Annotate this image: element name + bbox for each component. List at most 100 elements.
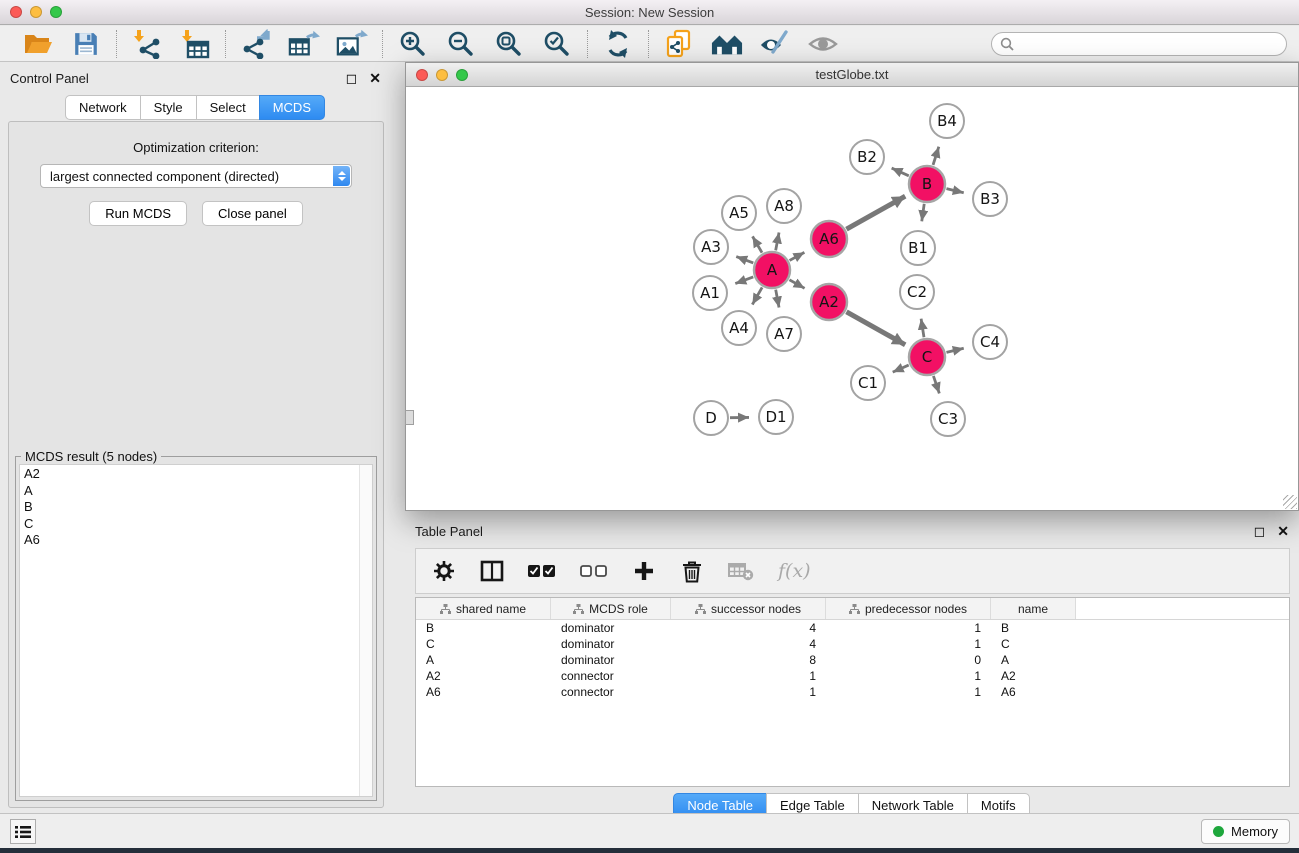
network-window-titlebar[interactable]: testGlobe.txt (406, 63, 1298, 87)
table-row[interactable]: A6connector11A6 (416, 684, 1289, 700)
mcds-result-item[interactable]: B (20, 499, 372, 516)
window-resize-grip[interactable] (1283, 495, 1297, 509)
import-network-icon[interactable] (131, 29, 163, 59)
graph-edge-A6-B[interactable] (846, 196, 905, 229)
select-all-icon[interactable] (528, 557, 556, 585)
tab-style[interactable]: Style (140, 95, 197, 120)
graph-edge-A-A1[interactable] (735, 277, 753, 284)
import-table-icon[interactable] (179, 29, 211, 59)
tab-network[interactable]: Network (65, 95, 141, 120)
graph-node-label: C3 (938, 410, 958, 428)
table-row[interactable]: Bdominator41B (416, 620, 1289, 636)
table-row[interactable]: Adominator80A (416, 652, 1289, 668)
node-table: shared nameMCDS rolesuccessor nodesprede… (415, 597, 1290, 787)
mcds-panel: Optimization criterion: largest connecte… (8, 121, 384, 808)
graph-edge-C-C2[interactable] (921, 319, 924, 338)
close-network-window-button[interactable] (416, 69, 428, 81)
close-window-button[interactable] (10, 6, 22, 18)
deselect-all-icon[interactable] (580, 557, 608, 585)
table-settings-icon[interactable] (432, 557, 456, 585)
minimize-window-button[interactable] (30, 6, 42, 18)
tab-select[interactable]: Select (196, 95, 260, 120)
graph-edge-A-A6[interactable] (790, 252, 805, 260)
graph-edge-A-A7[interactable] (776, 290, 779, 308)
export-network-icon[interactable] (240, 29, 272, 59)
table-cell: dominator (551, 621, 671, 635)
graph-node-label: C1 (858, 374, 878, 392)
table-panel-title: Table Panel (415, 524, 483, 539)
graph-edge-C-C3[interactable] (933, 376, 939, 393)
add-column-icon[interactable] (632, 557, 656, 585)
tab-mcds[interactable]: MCDS (259, 95, 325, 120)
table-row[interactable]: A2connector11A2 (416, 668, 1289, 684)
float-panel-icon[interactable]: ◻ (346, 71, 358, 85)
mcds-result-item[interactable]: A (20, 483, 372, 500)
minimize-network-window-button[interactable] (436, 69, 448, 81)
panel-edge-grip[interactable] (405, 410, 414, 425)
close-table-panel-icon[interactable]: ✕ (1277, 524, 1289, 538)
table-cell: 8 (671, 653, 826, 667)
graph-edge-A-A2[interactable] (789, 280, 804, 289)
close-panel-icon[interactable]: ✕ (369, 71, 381, 85)
zoom-window-button[interactable] (50, 6, 62, 18)
zoom-fit-icon[interactable] (493, 29, 525, 59)
float-table-panel-icon[interactable]: ◻ (1254, 524, 1266, 538)
zoom-network-window-button[interactable] (456, 69, 468, 81)
save-session-icon[interactable] (70, 29, 102, 59)
memory-button[interactable]: Memory (1201, 819, 1290, 844)
search-input[interactable] (1019, 36, 1278, 52)
clone-network-icon[interactable] (663, 29, 695, 59)
mcds-result-item[interactable]: A6 (20, 532, 372, 549)
column-header-successor-nodes[interactable]: successor nodes (671, 598, 826, 619)
hierarchy-icon (573, 604, 584, 614)
search-box[interactable] (991, 32, 1287, 56)
graph-node-label: B1 (908, 239, 928, 257)
export-table-icon[interactable] (288, 29, 320, 59)
home-icon[interactable] (711, 29, 743, 59)
zoom-in-icon[interactable] (397, 29, 429, 59)
table-cell: dominator (551, 637, 671, 651)
delete-table-icon[interactable] (728, 557, 754, 585)
zoom-selected-icon[interactable] (541, 29, 573, 59)
graph-edge-A-A8[interactable] (776, 233, 779, 251)
graph-edge-B-B4[interactable] (933, 147, 939, 165)
graph-edge-A-A4[interactable] (752, 287, 762, 304)
graph-edge-B-B1[interactable] (922, 204, 924, 221)
optimization-criterion-select[interactable]: largest connected component (directed) (40, 164, 352, 188)
graph-node-label: A7 (774, 325, 794, 343)
network-graph[interactable]: AA1A2A3A4A5A6A7A8BB1B2B3B4CC1C2C3C4DD1 (406, 88, 1298, 510)
delete-column-icon[interactable] (680, 557, 704, 585)
graph-edge-A-A3[interactable] (736, 257, 753, 263)
network-canvas[interactable]: AA1A2A3A4A5A6A7A8BB1B2B3B4CC1C2C3C4DD1 (406, 88, 1298, 510)
scrollbar-track[interactable] (359, 465, 372, 796)
column-header-shared-name[interactable]: shared name (416, 598, 551, 619)
column-header-MCDS-role[interactable]: MCDS role (551, 598, 671, 619)
table-cell: 1 (671, 685, 826, 699)
open-session-icon[interactable] (22, 29, 54, 59)
mcds-result-list[interactable]: A2ABCA6 (19, 464, 373, 797)
close-panel-button[interactable]: Close panel (202, 201, 303, 226)
function-builder-icon[interactable]: f(x) (778, 557, 811, 585)
graph-edge-B-B3[interactable] (946, 189, 963, 193)
mcds-result-item[interactable]: C (20, 516, 372, 533)
graph-edge-C-C1[interactable] (893, 365, 909, 372)
column-visibility-icon[interactable] (480, 557, 504, 585)
export-image-icon[interactable] (336, 29, 368, 59)
column-header-predecessor-nodes[interactable]: predecessor nodes (826, 598, 991, 619)
refresh-layout-icon[interactable] (602, 29, 634, 59)
graph-node-label: B3 (980, 190, 1000, 208)
table-row[interactable]: Cdominator41C (416, 636, 1289, 652)
graph-edge-A-A5[interactable] (753, 236, 762, 252)
graph-edge-B-B2[interactable] (892, 168, 909, 176)
run-mcds-button[interactable]: Run MCDS (89, 201, 187, 226)
column-header-name[interactable]: name (991, 598, 1076, 619)
mcds-result-item[interactable]: A2 (20, 466, 372, 483)
graph-edge-C-C4[interactable] (946, 348, 963, 352)
graph-edge-A2-C[interactable] (846, 312, 905, 345)
show-graphics-details-icon[interactable] (759, 29, 791, 59)
status-bar: Memory (0, 813, 1299, 848)
hide-graphics-details-icon[interactable] (807, 29, 839, 59)
zoom-out-icon[interactable] (445, 29, 477, 59)
task-history-button[interactable] (10, 819, 36, 844)
hierarchy-icon (440, 604, 451, 614)
